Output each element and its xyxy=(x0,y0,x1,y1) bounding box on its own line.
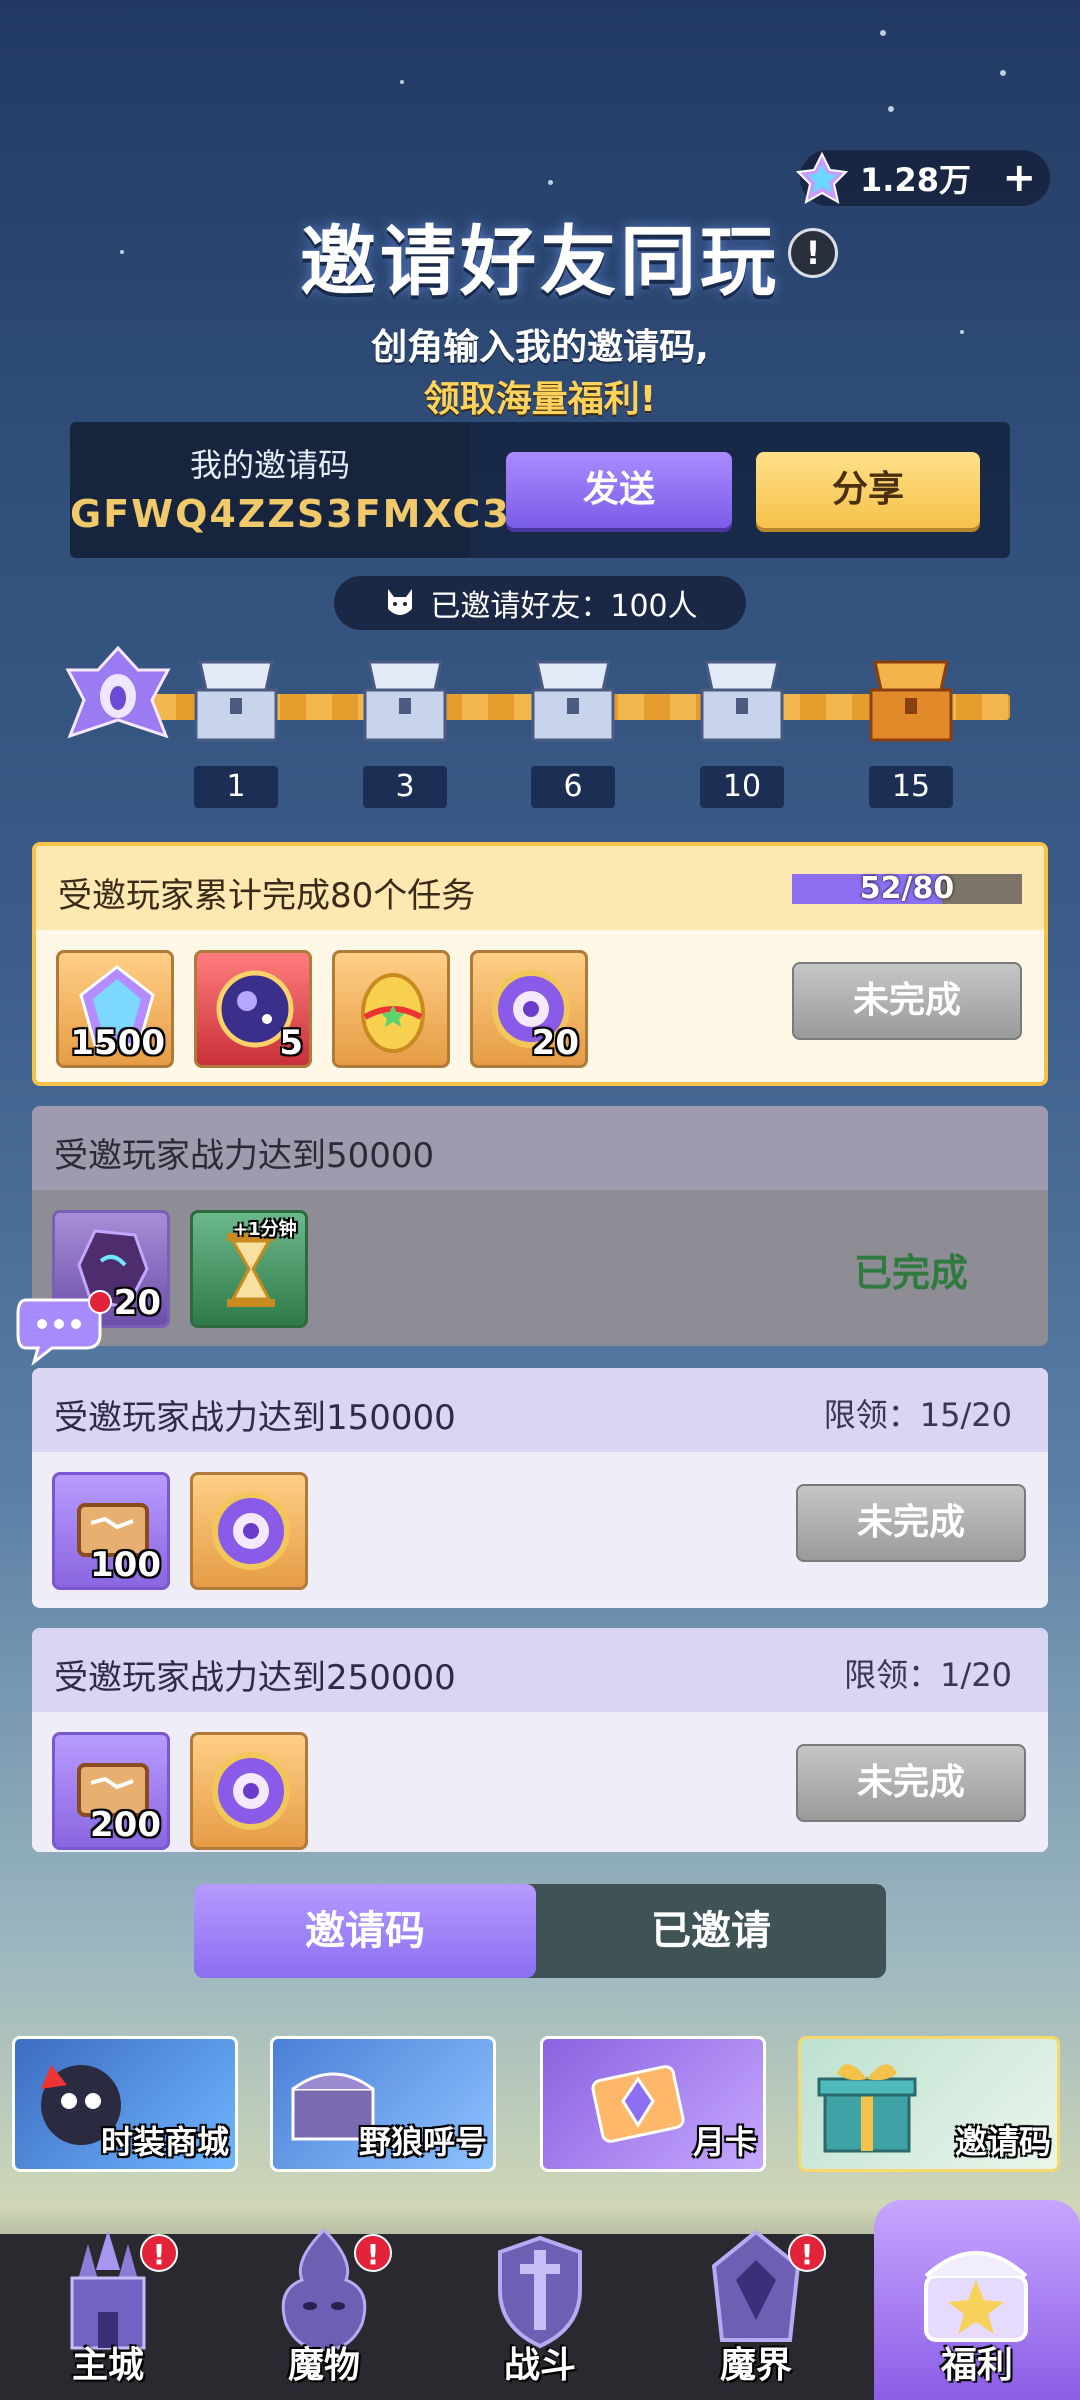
subtitle-line1: 创角输入我的邀请码, xyxy=(371,327,709,368)
nav-label: 魔物 xyxy=(287,2345,360,2386)
banner-fashion-shop[interactable]: 时装商城 xyxy=(12,2036,238,2172)
reward-golden-egg[interactable] xyxy=(332,950,450,1068)
nav-battle[interactable]: 战斗 xyxy=(432,2200,648,2400)
star-decoration xyxy=(880,30,886,36)
reward-count: 5 xyxy=(279,1023,303,1063)
star-decoration xyxy=(548,180,553,185)
reward-count: 20 xyxy=(113,1283,161,1323)
task-card-power-250000: 受邀玩家战力达到250000 限领：1/20 200 未完成 xyxy=(32,1628,1048,1852)
claim-limit: 限领：15/20 xyxy=(823,1396,1012,1434)
star-decoration xyxy=(888,106,894,112)
status-button-incomplete[interactable]: 未完成 xyxy=(796,1484,1026,1562)
nav-monsters[interactable]: ! 魔物 xyxy=(216,2200,432,2400)
silver-chest-icon[interactable] xyxy=(355,642,455,752)
task-title: 受邀玩家累计完成80个任务 xyxy=(58,876,476,916)
page-title: 邀请好友同玩 xyxy=(300,217,780,306)
alert-badge: ! xyxy=(140,2234,178,2272)
alert-badge: ! xyxy=(354,2234,392,2272)
milestone-label: 15 xyxy=(869,766,953,808)
star-decoration xyxy=(400,80,404,84)
invite-code-value[interactable]: GFWQ4ZZS3FMXC3 xyxy=(70,492,509,536)
tab-invite-code[interactable]: 邀请码 xyxy=(194,1884,536,1978)
status-button-incomplete[interactable]: 未完成 xyxy=(796,1744,1026,1822)
nav-welfare[interactable]: 福利 xyxy=(874,2200,1080,2400)
reward-crystal-gem[interactable]: 1500 xyxy=(56,950,174,1068)
status-completed: 已完成 xyxy=(853,1251,968,1295)
task-title: 受邀玩家战力达到150000 xyxy=(54,1398,456,1438)
reward-tag: +1分钟 xyxy=(233,1219,297,1240)
banner-label: 邀请码 xyxy=(954,2123,1051,2161)
silver-chest-icon[interactable] xyxy=(186,642,286,752)
star-decoration xyxy=(1000,70,1006,76)
banner-wolf-howl[interactable]: 野狼呼号 xyxy=(270,2036,496,2172)
progress-text: 52/80 xyxy=(859,871,955,906)
invite-code-label: 我的邀请码 xyxy=(189,446,350,484)
nav-main-city[interactable]: ! 主城 xyxy=(0,2200,216,2400)
task-card-80-tasks: 受邀玩家累计完成80个任务 52/80 1500 5 20 未完成 xyxy=(32,842,1048,1086)
task-title: 受邀玩家战力达到50000 xyxy=(54,1136,435,1176)
purple-emblem-icon xyxy=(212,1752,290,1830)
reward-cosmic-orb[interactable]: 5 xyxy=(194,950,312,1068)
reward-count: 200 xyxy=(90,1805,161,1845)
task-card-power-150000: 受邀玩家战力达到150000 限领：15/20 100 未完成 xyxy=(32,1368,1048,1608)
reward-count: 100 xyxy=(90,1545,161,1585)
nav-label: 战斗 xyxy=(503,2345,576,2386)
currency-display[interactable]: 1.28万 + xyxy=(795,150,1050,206)
purple-mascot-icon xyxy=(65,645,171,739)
invited-count-text: 已邀请好友：100人 xyxy=(430,589,698,624)
star-gem-icon xyxy=(795,151,849,204)
info-icon[interactable]: ! xyxy=(788,228,838,278)
milestone-label: 6 xyxy=(531,766,615,808)
banner-label: 时装商城 xyxy=(100,2123,229,2161)
banner-invite-code[interactable]: 邀请码 xyxy=(798,2036,1060,2172)
milestone-label: 10 xyxy=(700,766,784,808)
add-currency-button[interactable]: + xyxy=(1002,158,1036,198)
purple-emblem-icon xyxy=(212,1492,290,1570)
reward-count: 20 xyxy=(531,1023,579,1063)
currency-amount: 1.28万 xyxy=(860,161,971,199)
reward-purple-emblem[interactable] xyxy=(190,1472,308,1590)
monthly-card-icon xyxy=(591,2065,685,2143)
chat-bubble-icon[interactable] xyxy=(16,1290,112,1366)
silver-chest-icon[interactable] xyxy=(692,642,792,752)
nav-label: 主城 xyxy=(71,2345,144,2386)
reward-hourglass[interactable]: +1分钟 xyxy=(190,1210,308,1328)
alert-badge: ! xyxy=(788,2234,826,2272)
status-button-incomplete[interactable]: 未完成 xyxy=(792,962,1022,1040)
share-button[interactable]: 分享 xyxy=(756,452,980,528)
claim-limit: 限领：1/20 xyxy=(844,1656,1012,1694)
send-button[interactable]: 发送 xyxy=(506,452,732,528)
nav-demon-realm[interactable]: ! 魔界 xyxy=(648,2200,864,2400)
nav-label: 魔界 xyxy=(719,2345,792,2386)
reward-count: 1500 xyxy=(70,1023,165,1063)
reward-purple-emblem[interactable] xyxy=(190,1732,308,1850)
gift-box-icon xyxy=(817,2064,917,2153)
task-progress-bar: 52/80 xyxy=(792,871,1022,906)
nav-label: 福利 xyxy=(940,2345,1013,2386)
task-card-power-50000: 受邀玩家战力达到50000 20 +1分钟 已完成 xyxy=(32,1106,1048,1346)
tab-invited[interactable]: 已邀请 xyxy=(536,1884,886,1978)
invited-count-pill: 已邀请好友：100人 xyxy=(334,576,746,630)
cat-icon xyxy=(388,589,413,615)
banner-label: 野狼呼号 xyxy=(358,2123,487,2161)
banner-label: 月卡 xyxy=(692,2123,757,2161)
golden-egg-icon xyxy=(361,973,425,1053)
reward-scroll[interactable]: 100 xyxy=(52,1472,170,1590)
milestone-label: 1 xyxy=(194,766,278,808)
gold-chest-icon[interactable] xyxy=(861,642,961,752)
subtitle-line2: 领取海量福利! xyxy=(423,379,657,420)
reward-purple-emblem[interactable]: 20 xyxy=(470,950,588,1068)
milestone-label: 3 xyxy=(363,766,447,808)
silver-chest-icon[interactable] xyxy=(523,642,623,752)
reward-scroll[interactable]: 200 xyxy=(52,1732,170,1850)
banner-monthly-card[interactable]: 月卡 xyxy=(540,2036,766,2172)
task-title: 受邀玩家战力达到250000 xyxy=(54,1658,456,1698)
